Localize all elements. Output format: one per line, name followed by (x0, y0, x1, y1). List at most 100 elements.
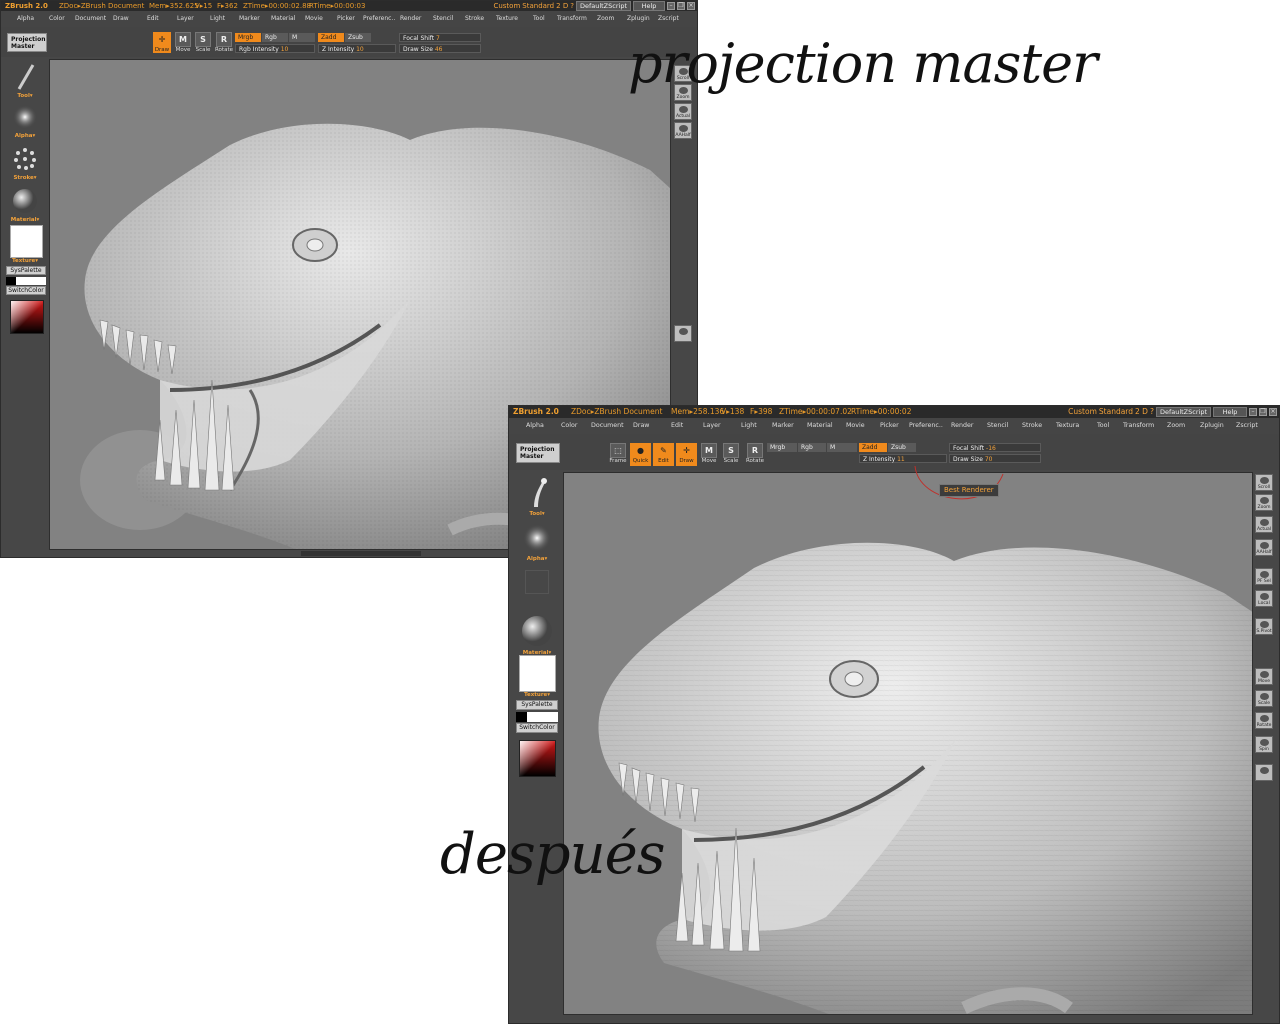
edit-tool-button[interactable]: ✎ Edit (653, 443, 674, 466)
menu-edit[interactable]: Edit (147, 11, 159, 27)
menu-zoom[interactable]: Zoom (1167, 418, 1185, 434)
draw-size-slider[interactable]: Draw Size 70 (949, 454, 1041, 463)
camera-icon[interactable] (674, 325, 692, 342)
actual-button[interactable]: Actual (1255, 516, 1273, 533)
spivot-button[interactable]: S.Pivot (1255, 618, 1273, 635)
aahalf-button[interactable]: AAHalf (674, 122, 692, 139)
alpha-palette[interactable]: Alpha▾ (519, 522, 555, 562)
alpha-palette[interactable]: Alpha▾ (9, 103, 41, 139)
scale-tool-button[interactable]: S Scale (194, 32, 212, 53)
menu-picker[interactable]: Picker (337, 11, 355, 27)
projection-master-button[interactable]: Projection Master (516, 443, 560, 463)
menu-transform[interactable]: Transform (1123, 418, 1154, 434)
move-tool-button[interactable]: M Move (699, 443, 719, 464)
menu-alpha[interactable]: Alpha (17, 11, 34, 27)
mrgb-toggle[interactable]: Mrgb (767, 443, 797, 452)
projection-master-button[interactable]: Projection Master (7, 33, 47, 52)
rotate-view-button[interactable]: Rotate (1255, 712, 1273, 729)
focal-shift-slider[interactable]: Focal Shift 7 (399, 33, 481, 42)
menu-render[interactable]: Render (400, 11, 421, 27)
menu-zscript[interactable]: Zscript (658, 11, 679, 27)
2d-button[interactable]: 2 D (556, 1, 568, 11)
switchcolor-button[interactable]: SwitchColor (6, 286, 46, 295)
draw-size-slider[interactable]: Draw Size 46 (399, 44, 481, 53)
zoom-button[interactable]: Zoom (1255, 494, 1273, 511)
default-zscript-button[interactable]: DefaultZScript (1155, 407, 1211, 417)
restore-icon[interactable]: ❐ (677, 2, 685, 10)
menu-draw[interactable]: Draw (113, 11, 129, 27)
move-view-button[interactable]: Move (1255, 668, 1273, 685)
m-toggle[interactable]: M (289, 33, 315, 42)
menu-document[interactable]: Document (591, 418, 624, 434)
scale-tool-button[interactable]: S Scale (721, 443, 741, 464)
zsub-toggle[interactable]: Zsub (345, 33, 371, 42)
default-zscript-button[interactable]: DefaultZScript (575, 1, 631, 11)
rotate-tool-button[interactable]: R Rotate (214, 32, 234, 53)
z-intensity-slider[interactable]: Z Intensity 11 (859, 454, 947, 463)
quick-tool-button[interactable]: ● Quick (630, 443, 651, 466)
minimize-icon[interactable]: – (667, 2, 675, 10)
menu-light[interactable]: Light (741, 418, 757, 434)
standard-button[interactable]: Standard (522, 1, 554, 11)
menu-texture[interactable]: Texture (496, 11, 518, 27)
menu-picker[interactable]: Picker (880, 418, 899, 434)
rgb-toggle[interactable]: Rgb (262, 33, 288, 42)
zadd-toggle[interactable]: Zadd (318, 33, 344, 42)
question-button[interactable]: ? (570, 1, 574, 11)
menu-document[interactable]: Document (75, 11, 106, 27)
material-palette[interactable]: Material▾ (9, 187, 41, 223)
stroke-palette[interactable]: Stroke▾ (9, 145, 41, 181)
primary-color-swatch[interactable] (6, 277, 16, 285)
move-tool-button[interactable]: M Move (174, 32, 192, 53)
color-picker[interactable] (517, 738, 558, 779)
bottom-tray-handle[interactable] (301, 551, 421, 556)
custom-button[interactable]: Custom (1068, 406, 1097, 418)
menu-textura[interactable]: Textura (1056, 418, 1079, 434)
syspalette-button[interactable]: SysPalette (6, 266, 46, 275)
menu-material[interactable]: Material (807, 418, 833, 434)
spin-button[interactable]: Spin (1255, 736, 1273, 753)
menu-material[interactable]: Material (271, 11, 295, 27)
tool-palette[interactable]: Tool▾ (9, 63, 41, 99)
tool-palette[interactable]: Tool▾ (519, 475, 555, 517)
material-palette[interactable]: Material▾ (519, 614, 555, 656)
menu-marker[interactable]: Marker (239, 11, 260, 27)
switchcolor-button[interactable]: SwitchColor (516, 723, 558, 733)
menu-edit[interactable]: Edit (671, 418, 683, 434)
2d-button[interactable]: 2 D (1135, 406, 1148, 418)
frame-tool-button[interactable]: ⬚ Frame (608, 443, 628, 464)
restore-icon[interactable]: ❐ (1259, 408, 1267, 416)
menu-light[interactable]: Light (210, 11, 225, 27)
aahalf-button[interactable]: AAHalf (1255, 539, 1273, 556)
actual-button[interactable]: Actual (674, 103, 692, 120)
rgb-toggle[interactable]: Rgb (798, 443, 826, 452)
menu-stencil[interactable]: Stencil (433, 11, 453, 27)
menu-marker[interactable]: Marker (772, 418, 794, 434)
menu-tool[interactable]: Tool (1097, 418, 1109, 434)
scale-view-button[interactable]: Scale (1255, 690, 1273, 707)
menu-movie[interactable]: Movie (305, 11, 323, 27)
menu-zplugin[interactable]: Zplugin (627, 11, 650, 27)
secondary-color-swatch[interactable] (527, 712, 558, 722)
menu-zplugin[interactable]: Zplugin (1200, 418, 1224, 434)
mrgb-toggle[interactable]: Mrgb (235, 33, 261, 42)
menu-movie[interactable]: Movie (846, 418, 865, 434)
rgb-intensity-slider[interactable]: Rgb Intensity 10 (235, 44, 315, 53)
menu-transform[interactable]: Transform (557, 11, 587, 27)
menu-stencil[interactable]: Stencil (987, 418, 1008, 434)
texture-swatch[interactable] (10, 225, 43, 258)
primary-color-swatch[interactable] (516, 712, 527, 722)
document-canvas[interactable] (563, 472, 1253, 1015)
menu-stroke[interactable]: Stroke (1022, 418, 1042, 434)
menu-layer[interactable]: Layer (177, 11, 194, 27)
focal-shift-slider[interactable]: Focal Shift -16 (949, 443, 1041, 452)
m-toggle[interactable]: M (827, 443, 857, 452)
close-icon[interactable]: × (1269, 408, 1277, 416)
texture-label[interactable]: Texture▾ (9, 258, 41, 264)
zadd-toggle[interactable]: Zadd (859, 443, 887, 452)
minimize-icon[interactable]: – (1249, 408, 1257, 416)
question-button[interactable]: ? (1150, 406, 1154, 418)
texture-label[interactable]: Texture▾ (519, 692, 555, 698)
menu-preferences[interactable]: Preferenc.. (909, 418, 943, 434)
menu-render[interactable]: Render (951, 418, 973, 434)
